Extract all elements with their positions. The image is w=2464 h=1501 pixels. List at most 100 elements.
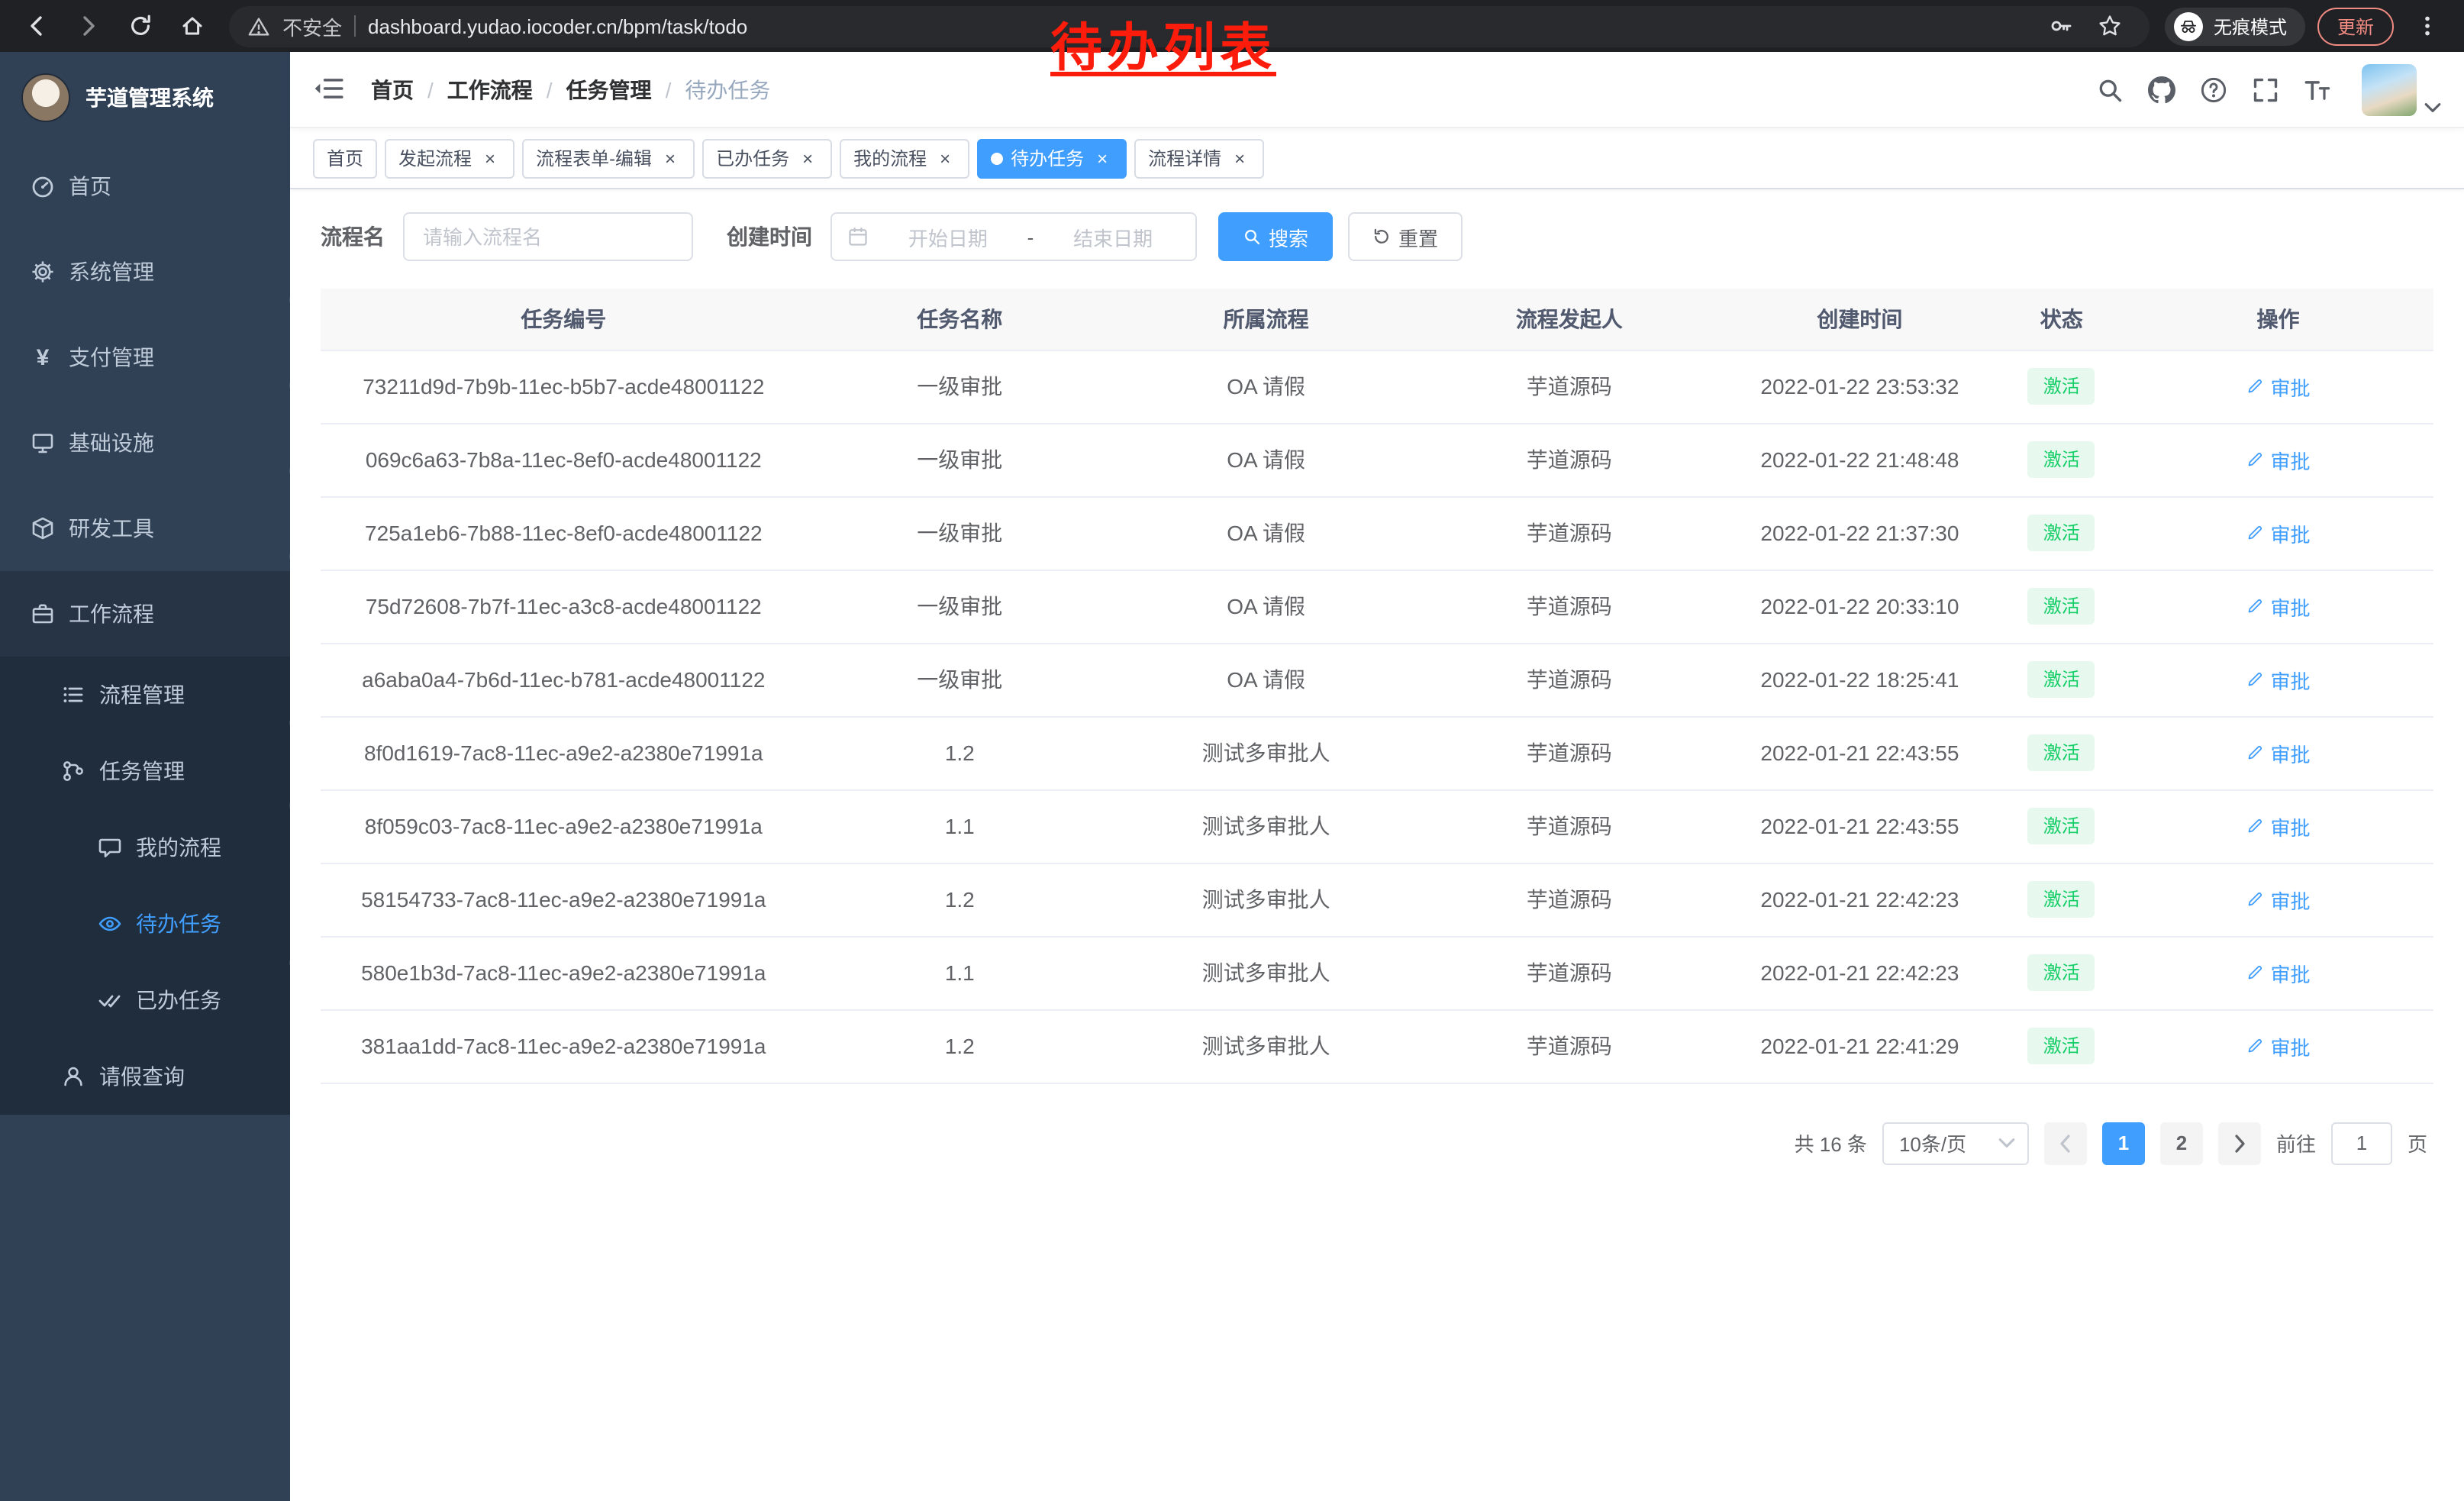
approve-link[interactable]: 审批 bbox=[2246, 518, 2310, 547]
avatar bbox=[2362, 63, 2417, 115]
address-bar[interactable]: 不安全 dashboard.yudao.iocoder.cn/bpm/task/… bbox=[229, 5, 2150, 47]
sidebar-item-label: 任务管理 bbox=[99, 756, 185, 786]
search-icon[interactable] bbox=[2096, 76, 2124, 103]
prev-page-button[interactable] bbox=[2044, 1122, 2087, 1164]
tab-process-detail[interactable]: 流程详情 × bbox=[1134, 138, 1264, 178]
sidebar-fold-icon[interactable] bbox=[313, 74, 343, 105]
table-row: 8f0d1619-7ac8-11ec-a9e2-a2380e71991a 1.2… bbox=[321, 716, 2433, 789]
user-avatar-menu[interactable] bbox=[2362, 63, 2441, 115]
close-icon[interactable]: × bbox=[797, 147, 818, 169]
breadcrumb-task-management[interactable]: 任务管理 bbox=[566, 74, 652, 105]
next-page-button[interactable] bbox=[2218, 1122, 2261, 1164]
app-logo[interactable]: 芋道管理系统 bbox=[0, 52, 290, 144]
page-size-value: 10条/页 bbox=[1899, 1128, 1966, 1157]
process-name-label: 流程名 bbox=[321, 221, 385, 252]
tab-start-process[interactable]: 发起流程 × bbox=[385, 138, 514, 178]
tab-todo-tasks[interactable]: 待办任务 × bbox=[977, 138, 1127, 178]
search-button[interactable]: 搜索 bbox=[1218, 212, 1333, 261]
branch-icon bbox=[61, 759, 85, 783]
col-process: 所属流程 bbox=[1113, 289, 1419, 350]
password-key-icon[interactable] bbox=[2040, 5, 2082, 47]
sidebar-item-my-processes[interactable]: 我的流程 bbox=[0, 809, 290, 886]
approve-link[interactable]: 审批 bbox=[2246, 812, 2310, 841]
goto-page-input[interactable] bbox=[2331, 1122, 2392, 1164]
navbar-actions bbox=[2096, 63, 2441, 115]
breadcrumb-workflow[interactable]: 工作流程 bbox=[447, 74, 533, 105]
sidebar-item-infrastructure[interactable]: 基础设施 bbox=[0, 400, 290, 486]
gear-icon bbox=[31, 260, 55, 284]
fullscreen-icon[interactable] bbox=[2252, 76, 2279, 103]
cell-process: OA 请假 bbox=[1113, 350, 1419, 423]
workflow-submenu: 流程管理 任务管理 我的流程 待办任务 bbox=[0, 657, 290, 1115]
sidebar: 芋道管理系统 首页 系统管理 ¥ 支付管理 bbox=[0, 52, 290, 1501]
bookmark-star-icon[interactable] bbox=[2088, 5, 2131, 47]
approve-link[interactable]: 审批 bbox=[2246, 1031, 2310, 1060]
sidebar-item-devtools[interactable]: 研发工具 bbox=[0, 486, 290, 571]
col-starter: 流程发起人 bbox=[1419, 289, 1719, 350]
update-button[interactable]: 更新 bbox=[2317, 7, 2394, 45]
sidebar-item-leave-query[interactable]: 请假查询 bbox=[0, 1038, 290, 1115]
col-actions: 操作 bbox=[2123, 289, 2433, 350]
approve-link[interactable]: 审批 bbox=[2246, 592, 2310, 621]
approve-link[interactable]: 审批 bbox=[2246, 738, 2310, 767]
tab-process-form-edit[interactable]: 流程表单-编辑 × bbox=[522, 138, 695, 178]
sidebar-item-home[interactable]: 首页 bbox=[0, 144, 290, 229]
sidebar-item-payment[interactable]: ¥ 支付管理 bbox=[0, 315, 290, 400]
close-icon[interactable]: × bbox=[1092, 147, 1113, 169]
approve-link[interactable]: 审批 bbox=[2246, 885, 2310, 914]
approve-link[interactable]: 审批 bbox=[2246, 958, 2310, 987]
date-range-picker[interactable]: 开始日期 - 结束日期 bbox=[830, 212, 1197, 261]
sidebar-item-system[interactable]: 系统管理 bbox=[0, 229, 290, 315]
browser-reload-icon[interactable] bbox=[119, 5, 162, 47]
close-icon[interactable]: × bbox=[1229, 147, 1250, 169]
breadcrumb: 首页 / 工作流程 / 任务管理 / 待办任务 bbox=[371, 74, 2096, 105]
sidebar-item-workflow[interactable]: 工作流程 bbox=[0, 571, 290, 657]
cell-create-time: 2022-01-22 20:33:10 bbox=[1719, 570, 2000, 643]
close-icon[interactable]: × bbox=[934, 147, 956, 169]
cell-process: 测试多审批人 bbox=[1113, 789, 1419, 863]
close-icon[interactable]: × bbox=[479, 147, 501, 169]
approve-link[interactable]: 审批 bbox=[2246, 665, 2310, 694]
page-size-select[interactable]: 10条/页 bbox=[1882, 1122, 2029, 1164]
chevron-down-icon bbox=[247, 689, 266, 700]
sidebar-item-label: 基础设施 bbox=[69, 428, 154, 458]
cell-starter: 芋道源码 bbox=[1419, 570, 1719, 643]
col-task-id: 任务编号 bbox=[321, 289, 807, 350]
tab-done-tasks[interactable]: 已办任务 × bbox=[702, 138, 832, 178]
cell-task-name: 1.1 bbox=[807, 936, 1113, 1009]
approve-link[interactable]: 审批 bbox=[2246, 372, 2310, 401]
sidebar-item-task-management[interactable]: 任务管理 bbox=[0, 733, 290, 809]
insecure-warning-icon bbox=[247, 15, 270, 37]
sidebar-item-label: 系统管理 bbox=[69, 257, 154, 287]
status-badge: 激活 bbox=[2028, 368, 2095, 405]
close-icon[interactable]: × bbox=[660, 147, 681, 169]
page-1-button[interactable]: 1 bbox=[2102, 1122, 2145, 1164]
browser-home-icon[interactable] bbox=[171, 5, 214, 47]
browser-back-icon[interactable] bbox=[15, 5, 58, 47]
incognito-icon bbox=[2174, 11, 2203, 40]
tab-home[interactable]: 首页 bbox=[313, 138, 377, 178]
cell-process: OA 请假 bbox=[1113, 496, 1419, 570]
breadcrumb-current: 待办任务 bbox=[685, 74, 770, 105]
sidebar-item-label: 工作流程 bbox=[69, 599, 154, 629]
breadcrumb-home[interactable]: 首页 bbox=[371, 74, 414, 105]
cell-starter: 芋道源码 bbox=[1419, 863, 1719, 936]
page-2-button[interactable]: 2 bbox=[2160, 1122, 2203, 1164]
font-size-icon[interactable] bbox=[2304, 76, 2331, 103]
github-icon[interactable] bbox=[2148, 76, 2175, 103]
table-row: 725a1eb6-7b88-11ec-8ef0-acde48001122 一级审… bbox=[321, 496, 2433, 570]
sidebar-item-done-tasks[interactable]: 已办任务 bbox=[0, 962, 290, 1038]
sidebar-item-todo-tasks[interactable]: 待办任务 bbox=[0, 886, 290, 962]
tab-my-processes[interactable]: 我的流程 × bbox=[840, 138, 969, 178]
approve-link[interactable]: 审批 bbox=[2246, 445, 2310, 474]
browser-forward-icon[interactable] bbox=[67, 5, 110, 47]
arrow-right-icon bbox=[2232, 1134, 2247, 1152]
sidebar-item-process-management[interactable]: 流程管理 bbox=[0, 657, 290, 733]
process-name-input[interactable] bbox=[403, 212, 693, 261]
reset-button[interactable]: 重置 bbox=[1348, 212, 1463, 261]
help-icon[interactable] bbox=[2200, 76, 2227, 103]
edit-icon bbox=[2246, 524, 2264, 542]
incognito-label: 无痕模式 bbox=[2214, 13, 2287, 39]
cell-create-time: 2022-01-21 22:43:55 bbox=[1719, 716, 2000, 789]
browser-menu-icon[interactable] bbox=[2406, 5, 2449, 47]
